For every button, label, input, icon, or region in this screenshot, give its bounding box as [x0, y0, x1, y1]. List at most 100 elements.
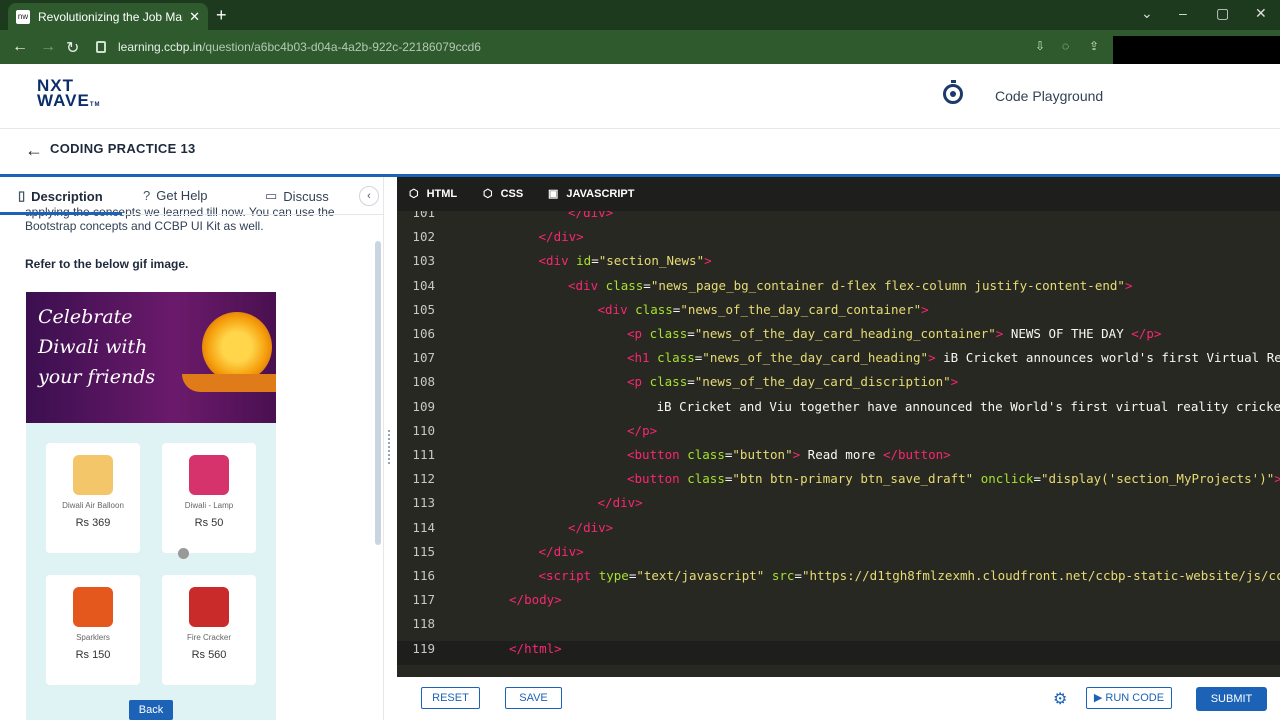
chat-icon: ▭	[265, 188, 278, 203]
forward-icon[interactable]: →	[40, 38, 56, 56]
back-arrow-icon[interactable]: ←	[25, 140, 43, 161]
code-text: <script type="text/javascript" src="http…	[538, 568, 1280, 583]
collapse-panel-button[interactable]: ‹	[359, 186, 379, 206]
tab-javascript[interactable]: ▣ JAVASCRIPT	[548, 187, 635, 201]
code-text: <button class="btn btn-primary btn_save_…	[627, 471, 1280, 487]
tab-label: JAVASCRIPT	[566, 187, 635, 200]
line-number: 113	[412, 495, 435, 511]
tab-label: Discuss	[283, 188, 329, 204]
maximize-icon[interactable]: ▢	[1216, 5, 1229, 22]
new-tab-icon[interactable]: +	[216, 5, 227, 26]
minimize-icon[interactable]: –	[1179, 5, 1187, 21]
code-editor[interactable]: 101 </div> 102 </div> 103 <div id="section_Ne…	[397, 177, 1280, 677]
line-number: 107	[412, 350, 435, 366]
nxtwave-logo[interactable]: NXT WAVETM	[37, 77, 101, 113]
code-line[interactable]: 109 iB Cricket and Viu together have anno…	[397, 399, 1280, 423]
url-field[interactable]: learning.ccbp.in/question/a6bc4b03-d04a-…	[96, 35, 1111, 59]
install-app-icon[interactable]: ⇩	[1035, 39, 1045, 53]
share-icon[interactable]: ⇪	[1089, 39, 1099, 53]
tab-label: Get Help	[156, 188, 208, 203]
gear-icon[interactable]: ⚙	[1053, 689, 1067, 709]
code-text: </html>	[509, 640, 562, 656]
product-name: Fire Cracker	[186, 633, 231, 642]
reset-button[interactable]: RESET	[421, 687, 480, 709]
browser-tab-bar: nw Revolutionizing the Job Market | ✕ + …	[0, 0, 1280, 30]
code-text: </div>	[538, 229, 584, 245]
css3-icon: ⬡	[483, 188, 493, 200]
code-line[interactable]: 103 <div id="section_News">	[397, 253, 1280, 277]
tab-label: CSS	[500, 187, 524, 200]
line-number: 108	[412, 374, 435, 390]
code-text: </div>	[597, 495, 643, 511]
banner-line: Diwali with	[38, 336, 148, 358]
lamp-icon	[189, 455, 229, 495]
product-name: Sparklers	[76, 633, 110, 642]
save-button[interactable]: SAVE	[505, 687, 562, 709]
description-scrollbar[interactable]	[375, 241, 381, 545]
editor-tabs: ⬡ HTML ⬡ CSS ▣ JAVASCRIPT	[397, 177, 1280, 211]
code-text: <div class="news_of_the_day_card_contain…	[597, 301, 929, 317]
document-icon: ▯	[18, 188, 26, 203]
product-card: Diwali - Lamp Rs 50	[162, 443, 256, 553]
code-text: <div class="news_page_bg_container d-fle…	[568, 277, 1133, 293]
close-window-icon[interactable]: ✕	[1255, 5, 1267, 22]
code-line[interactable]: 108 <p class="news_of_the_day_card_discri…	[397, 374, 1280, 398]
line-number: 106	[412, 326, 435, 341]
line-number: 103	[412, 253, 435, 269]
favicon-icon: nw	[16, 9, 30, 24]
code-line[interactable]: 107 <h1 class="news_of_the_day_card_headi…	[397, 350, 1280, 374]
run-label: RUN CODE	[1105, 692, 1165, 704]
code-text: </body>	[509, 592, 562, 608]
hide-icon[interactable]: ◌	[1062, 39, 1069, 53]
browser-tab[interactable]: nw Revolutionizing the Job Market | ✕	[8, 3, 208, 30]
code-playground-link[interactable]: Code Playground	[995, 88, 1103, 104]
tab-discuss[interactable]: ▭ Discuss	[265, 188, 329, 204]
code-line[interactable]: 111 <button class="button"> Read more </b…	[397, 447, 1280, 471]
back-icon[interactable]: ←	[12, 38, 28, 56]
description-tabs: ▯ Description ? Get Help ▭ Discuss ‹	[0, 177, 383, 215]
code-line[interactable]: 113 </div>	[397, 495, 1280, 519]
code-line[interactable]: 116 <script type="text/javascript" src="h…	[397, 568, 1280, 592]
product-name: Diwali Air Balloon	[62, 501, 124, 510]
code-line[interactable]: 102 </div>	[397, 229, 1280, 253]
product-price: Rs 150	[75, 649, 111, 661]
run-code-button[interactable]: ▶ RUN CODE	[1086, 687, 1172, 709]
tab-label: HTML	[426, 187, 458, 200]
code-line[interactable]: 117 </body>	[397, 592, 1280, 616]
line-number: 117	[412, 592, 435, 608]
line-number: 102	[412, 229, 435, 245]
tab-search-icon[interactable]: ⌄	[1141, 5, 1153, 22]
timer-icon[interactable]	[943, 80, 963, 104]
tab-html[interactable]: ⬡ HTML	[409, 187, 458, 201]
reload-icon[interactable]: ↻	[66, 38, 79, 58]
tab-css[interactable]: ⬡ CSS	[483, 187, 524, 201]
close-tab-icon[interactable]: ✕	[189, 9, 200, 25]
code-line[interactable]: 115 </div>	[397, 544, 1280, 568]
code-text: </p>	[627, 422, 658, 438]
code-line[interactable]: 119 </html>	[397, 640, 1280, 665]
practice-title: CODING PRACTICE 13	[50, 141, 196, 156]
product-card: Diwali Air Balloon Rs 369	[46, 443, 140, 553]
code-text: <p class="news_of_the_day_card_discripti…	[627, 374, 959, 390]
code-text: <p class="news_of_the_day_card_heading_c…	[627, 326, 1162, 341]
product-price: Rs 50	[194, 517, 224, 529]
code-line[interactable]: 114 </div>	[397, 520, 1280, 544]
diya-lamp-illustration	[182, 312, 276, 392]
tab-description[interactable]: ▯ Description	[18, 188, 103, 204]
code-line[interactable]: 105 <div class="news_of_the_day_card_cont…	[397, 302, 1280, 326]
browser-tab-title: Revolutionizing the Job Market |	[38, 9, 183, 24]
panel-splitter-handle[interactable]	[388, 430, 392, 464]
js-icon: ▣	[548, 188, 559, 200]
code-line[interactable]: 112 <button class="btn btn-primary btn_sa…	[397, 471, 1280, 495]
code-line[interactable]: 106 <p class="news_of_the_day_card_headin…	[397, 326, 1280, 350]
code-line[interactable]: 110 </p>	[397, 423, 1280, 447]
code-line[interactable]: 118	[397, 616, 1280, 640]
code-text: <div id="section_News">	[538, 253, 712, 269]
line-number: 119	[412, 640, 435, 656]
submit-button[interactable]: SUBMIT	[1196, 687, 1267, 711]
product-name: Diwali - Lamp	[184, 501, 234, 510]
code-line[interactable]: 104 <div class="news_page_bg_container d-…	[397, 278, 1280, 302]
sparklers-icon	[73, 587, 113, 627]
logo-tm: TM	[89, 102, 101, 108]
tab-get-help[interactable]: ? Get Help	[143, 188, 208, 203]
